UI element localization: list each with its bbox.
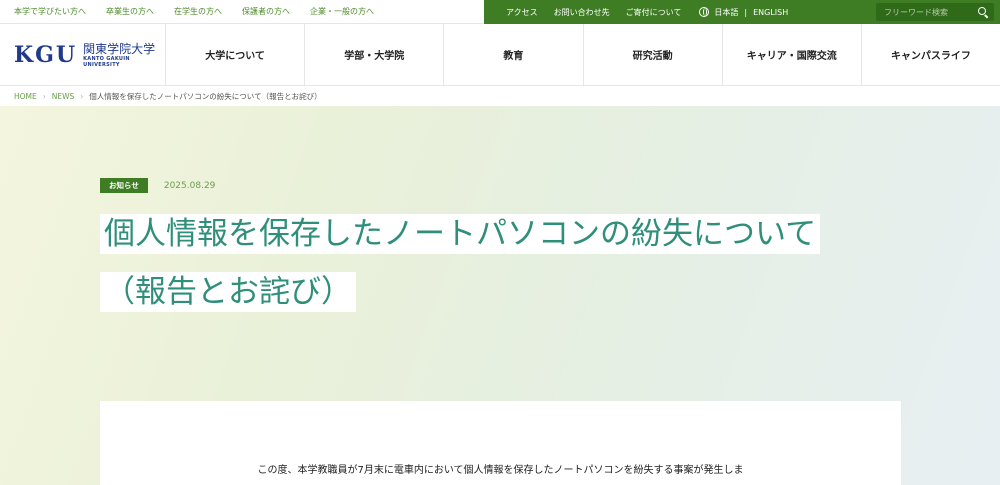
audience-link-corporate[interactable]: 企業・一般の方へ: [310, 6, 374, 17]
logo-mark: KGU: [14, 41, 78, 68]
audience-link-students[interactable]: 在学生の方へ: [174, 6, 222, 17]
article-paragraph: この度、本学教職員が7月末に電車内において個人情報を保存したノートパソコンを紛失…: [257, 465, 744, 476]
search-input[interactable]: [884, 7, 974, 17]
audience-link-prospective[interactable]: 本学で学びたい方へ: [14, 6, 86, 17]
language-switcher: 日本語 | ENGLISH: [699, 7, 788, 18]
page-title: 個人情報を保存したノートパソコンの紛失について （報告とお詫び）: [100, 205, 860, 321]
lang-english-link[interactable]: ENGLISH: [753, 8, 788, 17]
nav-item-campus-life[interactable]: キャンパスライフ: [862, 24, 1000, 85]
chevron-right-icon: ›: [80, 91, 84, 101]
logo-name-jp: 関東学院大学: [83, 41, 156, 56]
article-meta: お知らせ 2025.08.29: [100, 178, 215, 193]
article-title-line1: 個人情報を保存したノートパソコンの紛失について: [100, 214, 821, 254]
audience-link-parents[interactable]: 保護者の方へ: [242, 6, 290, 17]
article-title: 個人情報を保存したノートパソコンの紛失について （報告とお詫び）: [100, 205, 860, 321]
lang-separator: |: [744, 7, 748, 17]
university-logo[interactable]: KGU 関東学院大学 KANTO GAKUIN UNIVERSITY: [0, 24, 166, 85]
search-icon[interactable]: [978, 7, 988, 17]
nav-item-faculties[interactable]: 学部・大学院: [305, 24, 445, 85]
logo-name-en: KANTO GAKUIN UNIVERSITY: [83, 55, 130, 68]
lang-japanese-link[interactable]: 日本語: [714, 7, 738, 18]
nav-item-about[interactable]: 大学について: [166, 24, 306, 85]
article-hero: お知らせ 2025.08.29 個人情報を保存したノートパソコンの紛失について …: [0, 106, 1000, 485]
article-body: この度、本学教職員が7月末に電車内において個人情報を保存したノートパソコンを紛失…: [100, 401, 901, 485]
breadcrumb-current: 個人情報を保存したノートパソコンの紛失について（報告とお詫び）: [89, 91, 322, 101]
access-link[interactable]: アクセス: [506, 7, 538, 18]
site-header: KGU 関東学院大学 KANTO GAKUIN UNIVERSITY 大学につい…: [0, 24, 1000, 86]
nav-item-career-international[interactable]: キャリア・国際交流: [723, 24, 862, 85]
globe-icon: [699, 7, 710, 17]
category-badge: お知らせ: [100, 178, 148, 193]
nav-item-research[interactable]: 研究活動: [584, 24, 723, 85]
breadcrumb: HOME › NEWS › 個人情報を保存したノートパソコンの紛失について（報告…: [0, 86, 1000, 106]
breadcrumb-news[interactable]: NEWS: [52, 92, 75, 101]
audience-links: 本学で学びたい方へ 卒業生の方へ 在学生の方へ 保護者の方へ 企業・一般の方へ: [0, 0, 484, 24]
site-search: [876, 3, 994, 21]
audience-link-alumni[interactable]: 卒業生の方へ: [106, 6, 154, 17]
contact-link[interactable]: お問い合わせ先: [554, 7, 610, 18]
global-nav: 大学について 学部・大学院 教育 研究活動 キャリア・国際交流 キャンパスライフ: [166, 24, 1000, 85]
article-date: 2025.08.29: [163, 180, 216, 191]
utility-nav: アクセス お問い合わせ先 ご寄付について 日本語 | ENGLISH: [484, 0, 1000, 24]
donation-link[interactable]: ご寄付について: [626, 7, 682, 18]
breadcrumb-home[interactable]: HOME: [14, 92, 37, 101]
chevron-right-icon: ›: [42, 91, 46, 101]
logo-text: 関東学院大学 KANTO GAKUIN UNIVERSITY: [83, 42, 165, 68]
article-title-line2: （報告とお詫び）: [100, 272, 356, 312]
nav-item-education[interactable]: 教育: [444, 24, 584, 85]
top-utility-bar: 本学で学びたい方へ 卒業生の方へ 在学生の方へ 保護者の方へ 企業・一般の方へ …: [0, 0, 1000, 24]
